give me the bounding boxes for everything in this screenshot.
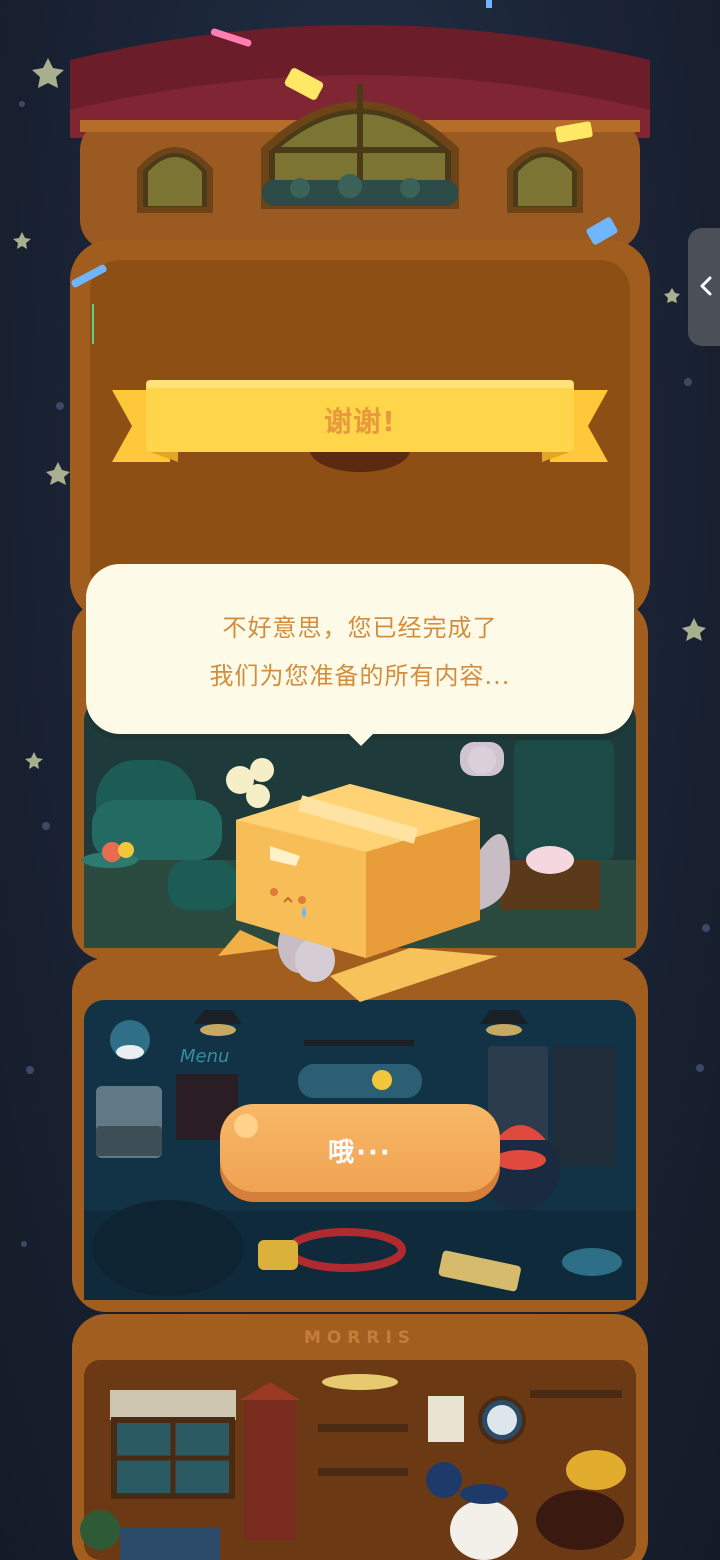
message-line-2: 我们为您准备的所有内容...	[209, 662, 511, 690]
speech-bubble-tail	[343, 728, 379, 746]
message-line-1: 不好意思，您已经完成了	[222, 614, 498, 642]
chevron-left-icon	[700, 276, 712, 296]
shop-sign: MORRIS	[303, 1328, 417, 1348]
confirm-button[interactable]: 哦···	[220, 1104, 500, 1202]
box-character	[218, 784, 510, 1002]
banner-title: 谢谢!	[324, 405, 396, 438]
side-panel-toggle[interactable]	[688, 228, 720, 346]
speech-bubble: 不好意思，您已经完成了 我们为您准备的所有内容...	[86, 564, 634, 734]
confirm-button-label: 哦···	[328, 1138, 392, 1168]
game-screen: Menu 谢谢! 不好意思，您已经完成了 我们为您准备的所有内容... 哦···…	[0, 0, 720, 1560]
